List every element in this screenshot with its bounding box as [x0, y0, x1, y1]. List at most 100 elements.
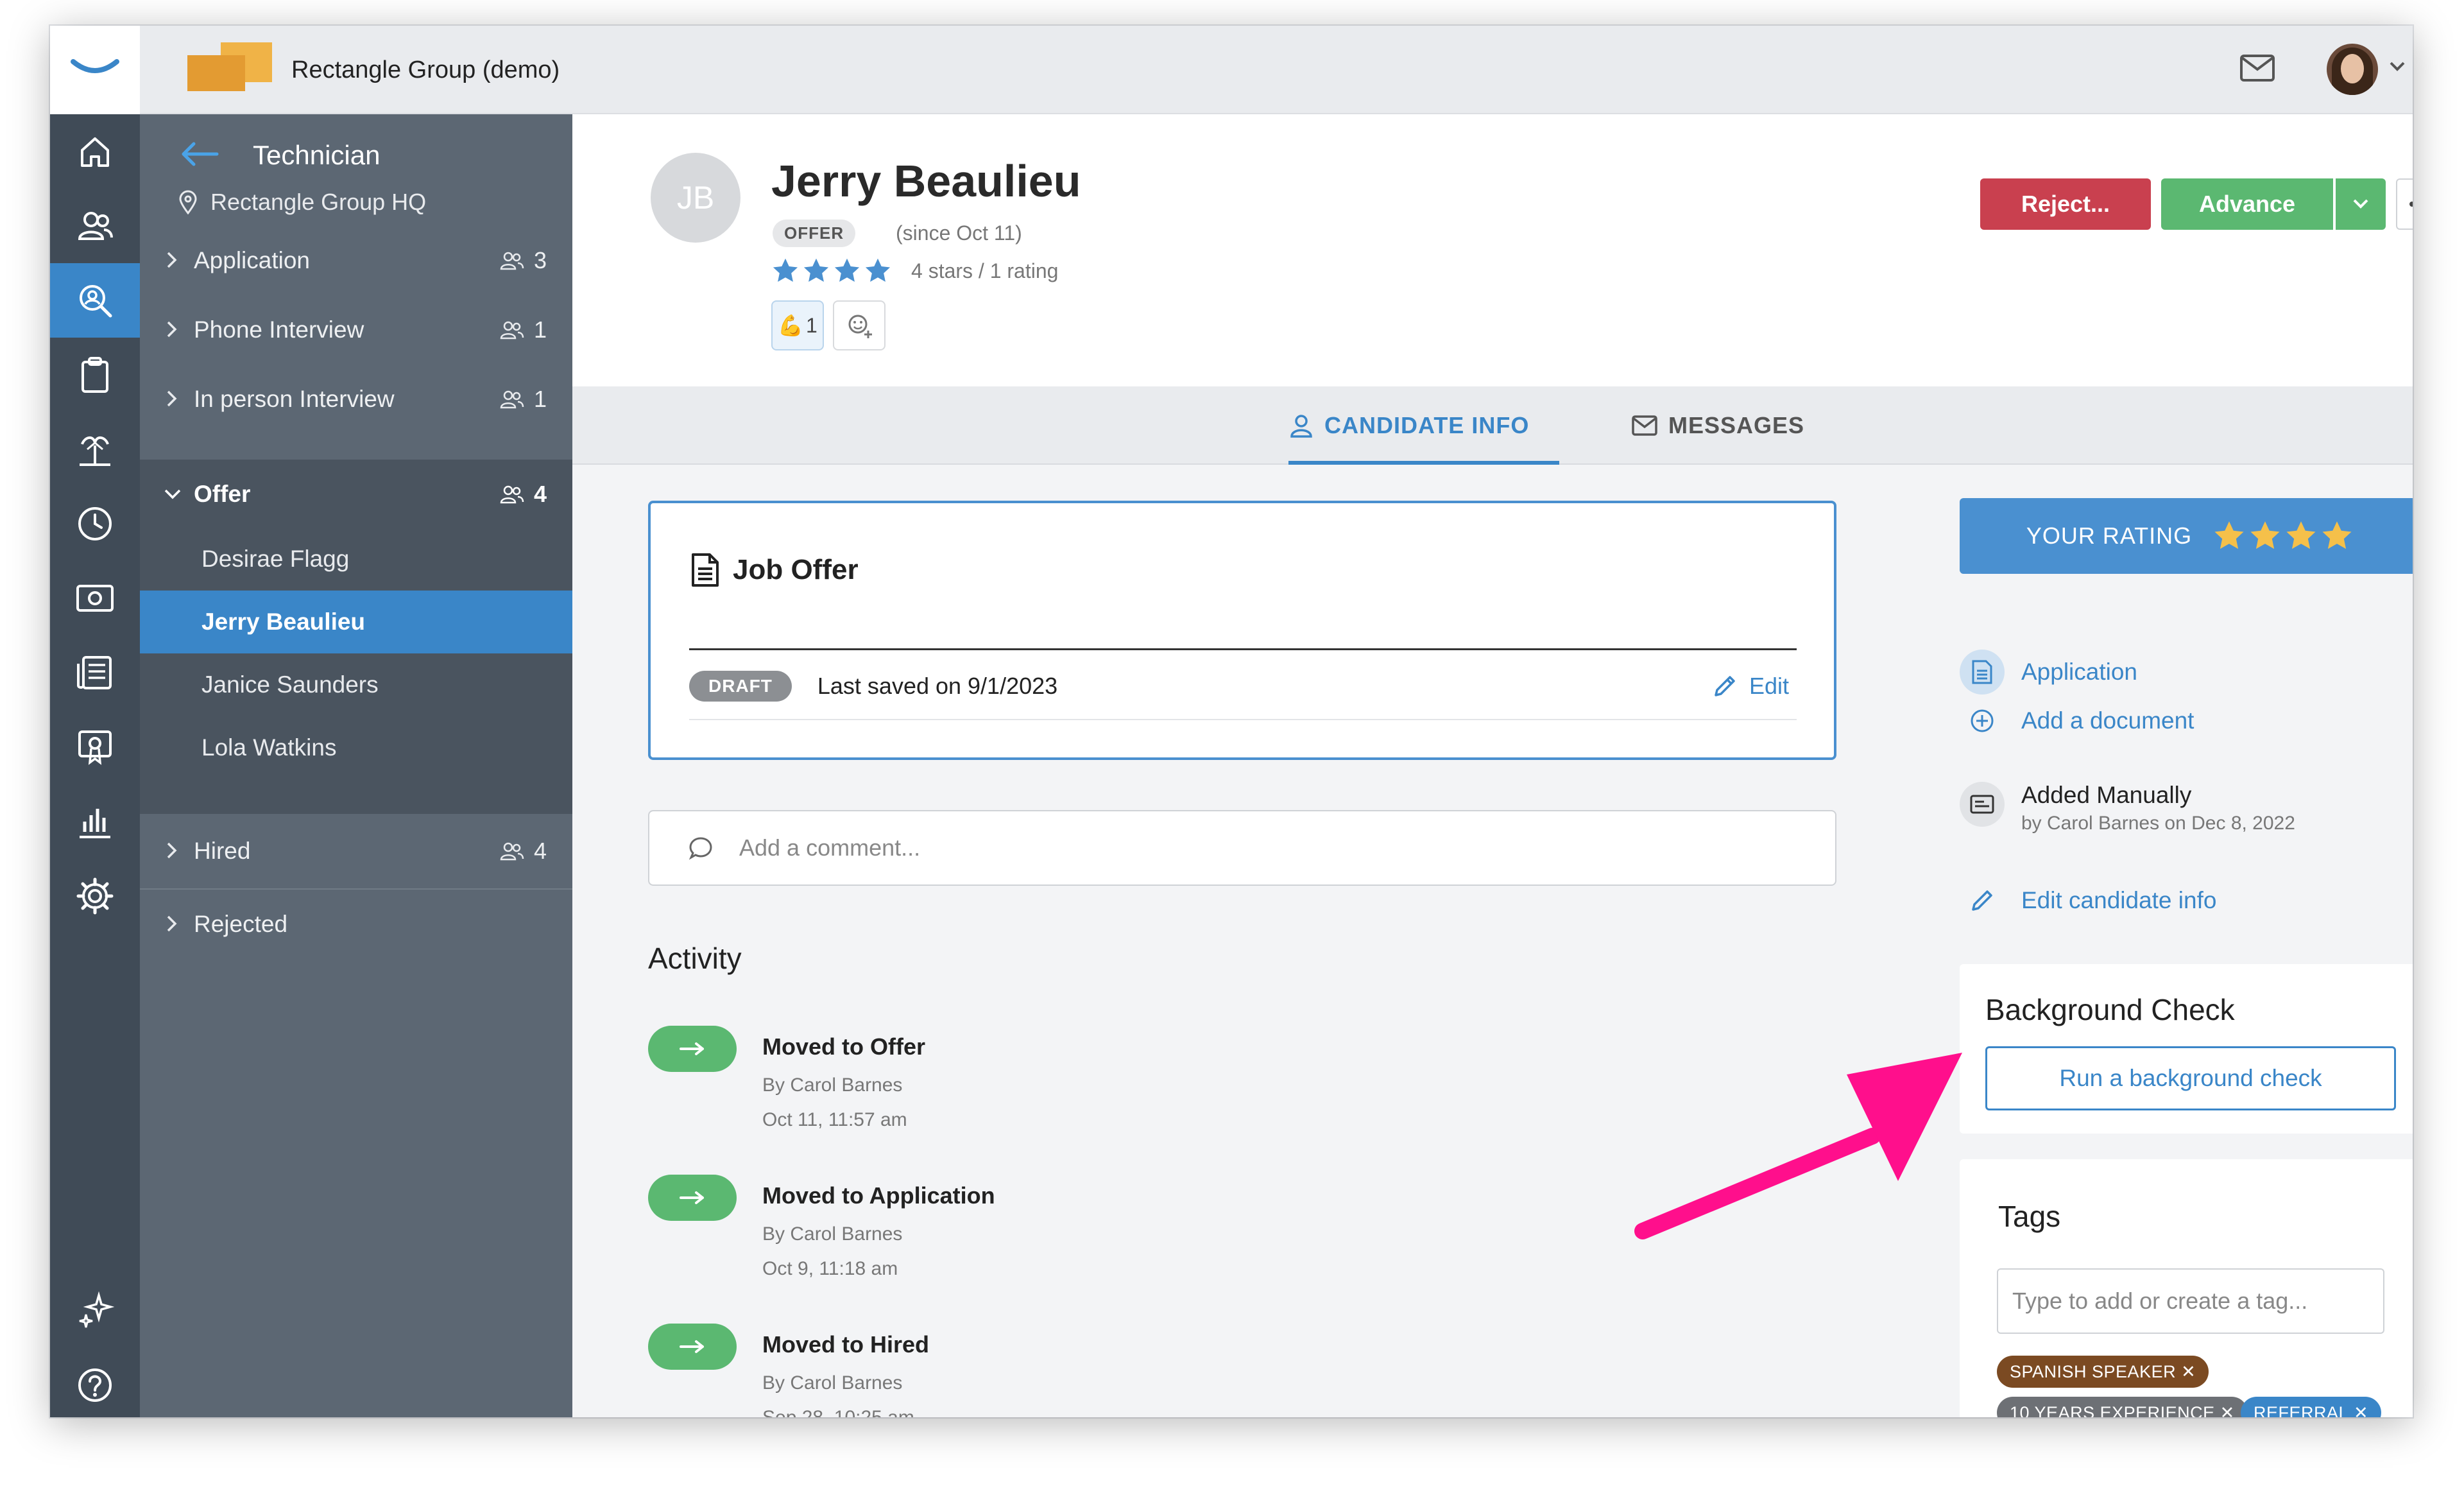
tag-referral[interactable]: REFERRAL ✕: [2241, 1397, 2382, 1418]
star-icon: [2286, 521, 2316, 549]
candidate-avatar: JB: [651, 153, 740, 243]
flexed-biceps-icon: 💪: [778, 314, 804, 337]
add-reaction-button[interactable]: [833, 300, 886, 350]
edit-candidate-info-link[interactable]: Edit candidate info: [1960, 887, 2216, 914]
job-title[interactable]: Technician: [253, 137, 380, 173]
candidate-rating: 4 stars / 1 rating: [771, 257, 1058, 285]
advance-options-button[interactable]: [2336, 178, 2386, 230]
reactions: 💪 1: [771, 300, 886, 350]
pipeline-header: Technician Rectangle Group HQ: [140, 114, 572, 226]
added-title: Added Manually: [2021, 782, 2192, 808]
app-window: Rectangle Group (demo) Technician Rectan…: [50, 26, 2413, 1417]
added-manually-info: Added Manually by Carol Barnes on Dec 8,…: [1960, 782, 2295, 834]
chevron-right-icon: [167, 252, 177, 268]
star-icon: [773, 258, 798, 282]
news-icon[interactable]: [50, 635, 140, 710]
activity-author: By Carol Barnes: [762, 1074, 903, 1096]
candidate-item[interactable]: Lola Watkins: [140, 716, 572, 779]
candidate-item[interactable]: Desirae Flagg: [140, 528, 572, 591]
people-icon: [500, 321, 524, 340]
stage-label: Hired: [194, 838, 251, 864]
reject-button[interactable]: Reject...: [1980, 178, 2151, 230]
people-icon[interactable]: [50, 189, 140, 263]
stage-label: Application: [194, 247, 311, 273]
activity-author: By Carol Barnes: [762, 1372, 903, 1394]
candidate-item-selected[interactable]: Jerry Beaulieu: [140, 591, 572, 653]
back-arrow-icon[interactable]: [178, 141, 219, 167]
tags-card: Tags SPANISH SPEAKER✕ 10 YEARS EXPERIENC…: [1960, 1159, 2413, 1417]
chevron-right-icon: [167, 390, 177, 407]
add-document-link[interactable]: Add a document: [1960, 707, 2194, 734]
stage-in-person-interview[interactable]: In person Interview 1: [140, 365, 572, 434]
arrow-right-icon: [648, 1324, 737, 1370]
chevron-down-icon: [164, 489, 181, 499]
clock-icon[interactable]: [50, 487, 140, 561]
stage-count: 1: [499, 316, 547, 343]
remove-tag-icon[interactable]: ✕: [2181, 1362, 2196, 1382]
application-link[interactable]: Application: [1960, 650, 2137, 695]
edit-offer-link[interactable]: Edit: [1712, 673, 1789, 700]
tab-messages[interactable]: MESSAGES: [1631, 386, 1804, 465]
divider: [689, 648, 1797, 650]
star-icon: [834, 258, 860, 282]
tag-spanish-speaker[interactable]: SPANISH SPEAKER ✕: [1997, 1356, 2209, 1388]
activity-title: Moved to Hired: [762, 1331, 930, 1358]
stage-rejected[interactable]: Rejected: [140, 890, 572, 959]
advance-button[interactable]: Advance: [2161, 178, 2333, 230]
added-subtitle: by Carol Barnes on Dec 8, 2022: [2021, 813, 2295, 834]
tab-label: MESSAGES: [1668, 412, 1805, 438]
mail-icon[interactable]: [2239, 54, 2275, 82]
stage-since: (since Oct 11): [896, 221, 1022, 245]
stage-offer-expanded: Offer 4 Desirae Flagg Jerry Beaulieu Jan…: [140, 460, 572, 814]
stage-application[interactable]: Application 3: [140, 226, 572, 295]
activity-heading: Activity: [648, 942, 742, 975]
candidate-tabs: CANDIDATE INFO MESSAGES: [572, 386, 2413, 465]
org-name[interactable]: Rectangle Group (demo): [291, 54, 560, 86]
rating-text: 4 stars / 1 rating: [911, 259, 1059, 282]
more-options-button[interactable]: [2396, 178, 2413, 230]
person-icon: [1290, 415, 1312, 438]
activity-date: Sep 28, 10:25 am: [762, 1407, 914, 1417]
star-icon: [803, 258, 829, 282]
run-background-check-button[interactable]: Run a background check: [1985, 1046, 2396, 1110]
arrow-right-icon: [648, 1175, 737, 1221]
help-icon[interactable]: [50, 1348, 140, 1417]
activity-date: Oct 11, 11:57 am: [762, 1109, 907, 1130]
stage-hired[interactable]: Hired 4: [140, 816, 572, 886]
tag-input[interactable]: [1997, 1268, 2384, 1334]
search-candidates-icon[interactable]: [50, 263, 140, 338]
your-rating-button[interactable]: YOUR RATING: [1960, 498, 2413, 574]
certificate-icon[interactable]: [50, 710, 140, 784]
pencil-icon: [1960, 888, 2005, 913]
gear-icon[interactable]: [50, 859, 140, 933]
stage-offer[interactable]: Offer 4: [140, 460, 572, 529]
tab-candidate-info[interactable]: CANDIDATE INFO: [1288, 386, 1529, 465]
comment-input[interactable]: [739, 834, 1766, 861]
pipeline-sidebar: Technician Rectangle Group HQ Applicatio…: [140, 114, 572, 1417]
pencil-icon: [1715, 676, 1735, 696]
stage-phone-interview[interactable]: Phone Interview 1: [140, 295, 572, 365]
star-icon: [2250, 521, 2280, 549]
clipboard-icon[interactable]: [50, 338, 140, 412]
user-avatar[interactable]: [2327, 44, 2378, 95]
brand-logo[interactable]: [50, 26, 140, 114]
home-icon[interactable]: [50, 114, 140, 189]
activity-item: Moved to Application By Carol Barnes Oct…: [648, 1175, 1418, 1303]
document-icon: [692, 553, 719, 587]
money-icon[interactable]: [50, 561, 140, 635]
last-saved: Last saved on 9/1/2023: [817, 673, 1058, 699]
id-card-icon: [1960, 782, 2005, 827]
stage-badge: OFFER: [773, 220, 856, 247]
chevron-down-icon[interactable]: [2388, 60, 2406, 73]
bar-chart-icon[interactable]: [50, 784, 140, 859]
comment-icon: [689, 837, 712, 860]
top-bar: Rectangle Group (demo): [50, 26, 2413, 114]
flex-reaction-button[interactable]: 💪 1: [771, 300, 824, 350]
tag-10-years-experience[interactable]: 10 YEARS EXPERIENCE ✕: [1997, 1397, 2248, 1417]
candidate-item[interactable]: Janice Saunders: [140, 653, 572, 716]
sparkle-icon[interactable]: [50, 1273, 140, 1348]
remove-tag-icon[interactable]: ✕: [2354, 1403, 2368, 1418]
beach-icon[interactable]: [50, 412, 140, 487]
remove-tag-icon[interactable]: ✕: [2220, 1403, 2235, 1418]
background-check-title: Background Check: [1985, 993, 2235, 1026]
